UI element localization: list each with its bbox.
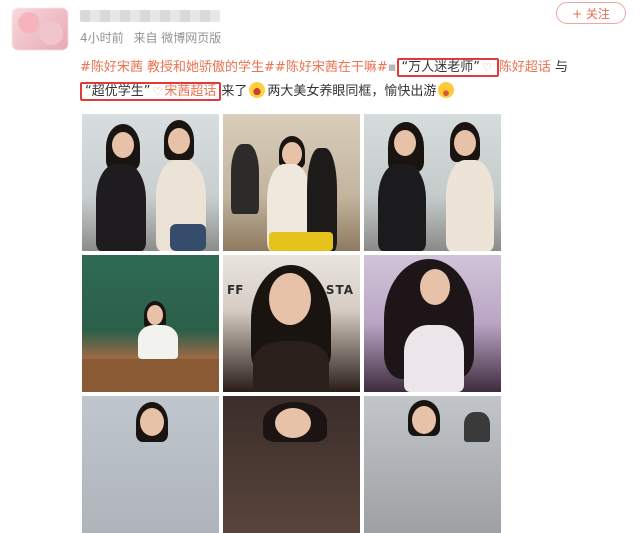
username-blurred[interactable] [80,10,220,22]
quote-text-2: “超优学生” [85,84,151,99]
backdrop-text: STA [325,283,354,297]
photo-thumbnail[interactable] [223,114,360,251]
quote-text-1: “万人迷老师” [401,60,481,75]
post-meta: 4小时前 来自 微博网页版 [80,29,227,46]
photo-thumbnail[interactable] [364,114,501,251]
super-topic-link-1[interactable]: 陈好超话 [499,60,551,75]
photo-thumbnail[interactable] [223,396,360,533]
follow-button[interactable]: + 关注 [556,2,626,24]
highlight-box-2: “超优学生” ♡ 宋茜超话 [80,82,222,101]
photo-thumbnail[interactable] [82,114,219,251]
backdrop-text: FF [227,283,244,297]
post-text: #陈好宋茜 教授和她骄傲的学生##陈好宋茜在干嘛#▪ “万人迷老师” ♡ 陈好超话 与… [80,56,628,104]
topic-link-1[interactable]: #陈好宋茜 教授和她骄傲的学生# [80,60,275,75]
super-topic-link-2[interactable]: 宋茜超话 [164,84,216,99]
photo-thumbnail[interactable] [364,396,501,533]
avatar[interactable] [12,8,68,50]
heart-icon: ♡ [152,85,163,98]
topic-link-2[interactable]: #陈好宋茜在干嘛# [275,60,388,75]
happy-emoji-icon [438,82,455,98]
photo-thumbnail[interactable] [82,396,219,533]
tail-text-2: 两大美女养眼同框，愉快出游 [267,84,437,99]
heart-icon: ♡ [482,61,492,74]
tail-text-1: 来了 [221,84,248,99]
laugh-emoji-icon [249,82,266,98]
emoji-icon: ▪ [387,60,397,75]
highlight-box-1: “万人迷老师” ♡ [396,58,499,77]
photo-thumbnail[interactable] [364,255,501,392]
photo-thumbnail[interactable] [82,255,219,392]
conjunction: 与 [550,60,569,75]
post-time[interactable]: 4小时前 [80,31,124,45]
post-source: 来自 微博网页版 [133,31,222,45]
photo-thumbnail[interactable]: FF STA [223,255,360,392]
